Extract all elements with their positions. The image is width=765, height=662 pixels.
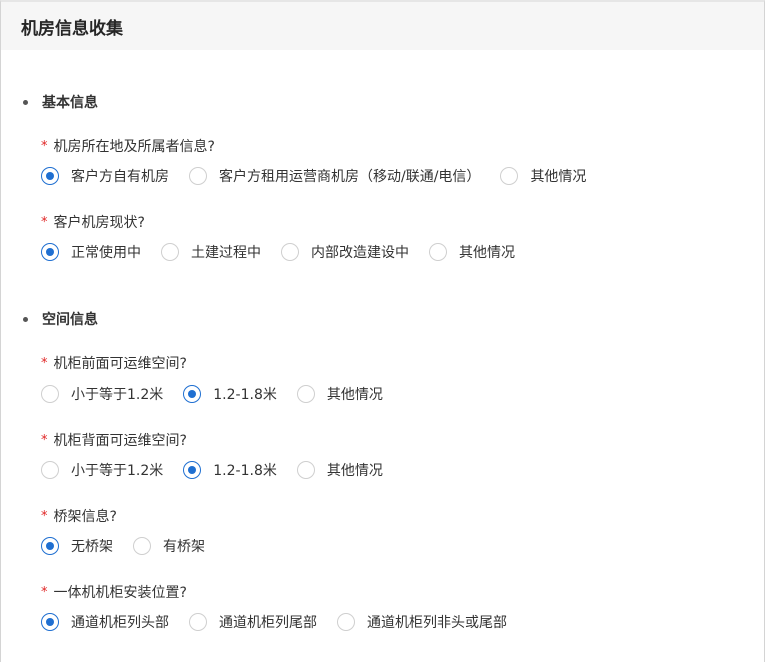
bullet-icon [23,99,28,105]
radio-unchecked-icon[interactable] [161,243,179,261]
radio-option[interactable]: 通道机柜列非头或尾部 [337,612,507,632]
section-title: 基本信息 [42,95,98,111]
question-front-space: * 机柜前面可运维空间? [41,353,187,373]
radio-label: 有桥架 [163,539,205,555]
radio-group-front-space: 小于等于1.2米 1.2-1.8米 其他情况 [41,384,403,404]
question-room-status: * 客户机房现状? [41,212,145,232]
radio-unchecked-icon[interactable] [429,243,447,261]
radio-group-cabinet-position: 通道机柜列头部 通道机柜列尾部 通道机柜列非头或尾部 [41,612,527,632]
radio-option[interactable]: 1.2-1.8米 [183,460,277,480]
page-title-text: 机房信息收集 [21,18,123,39]
radio-label: 通道机柜列尾部 [219,615,317,631]
required-mark: * [41,214,48,230]
radio-label: 客户方自有机房 [71,169,169,185]
radio-label: 客户方租用运营商机房（移动/联通/电信） [219,169,481,185]
question-room-owner: * 机房所在地及所属者信息? [41,136,215,156]
radio-label: 其他情况 [326,387,383,403]
radio-unchecked-icon[interactable] [41,461,59,479]
radio-checked-icon[interactable] [41,537,59,555]
radio-group-bridge: 无桥架 有桥架 [41,536,225,556]
radio-label: 1.2-1.8米 [213,463,277,479]
radio-checked-icon[interactable] [41,243,59,261]
radio-option[interactable]: 正常使用中 [41,242,141,262]
radio-option[interactable]: 其他情况 [296,384,383,404]
radio-option[interactable]: 其他情况 [296,460,383,480]
radio-option[interactable]: 1.2-1.8米 [183,384,277,404]
form-panel: 机房信息收集 基本信息 * 机房所在地及所属者信息? 客户方自有机房 客户方租用… [0,0,765,662]
radio-option[interactable]: 通道机柜列头部 [41,612,169,632]
radio-label: 小于等于1.2米 [71,387,164,403]
radio-label: 其他情况 [326,463,383,479]
radio-option[interactable]: 通道机柜列尾部 [189,612,317,632]
radio-option[interactable]: 客户方租用运营商机房（移动/联通/电信） [189,166,480,186]
radio-label: 小于等于1.2米 [71,463,164,479]
radio-unchecked-icon[interactable] [133,537,151,555]
question-label: 机柜背面可运维空间? [53,433,187,449]
radio-unchecked-icon[interactable] [296,385,315,403]
question-label: 机房所在地及所属者信息? [53,139,215,155]
section-space-info: 空间信息 [23,309,98,329]
required-mark: * [41,432,48,448]
radio-checked-icon[interactable] [41,167,59,185]
radio-label: 其他情况 [530,169,587,185]
radio-option[interactable]: 客户方自有机房 [41,166,169,186]
radio-label: 正常使用中 [71,245,141,261]
question-label: 客户机房现状? [53,215,145,231]
radio-option[interactable]: 其他情况 [500,166,586,186]
question-cabinet-position: * 一体机机柜安装位置? [41,582,187,602]
radio-unchecked-icon[interactable] [296,461,315,479]
section-basic-info: 基本信息 [23,92,98,112]
radio-label: 内部改造建设中 [311,245,409,261]
question-label: 一体机机柜安装位置? [53,585,187,601]
radio-checked-icon[interactable] [183,385,202,403]
page-title: 机房信息收集 [1,2,764,50]
radio-unchecked-icon[interactable] [500,167,519,185]
radio-label: 土建过程中 [191,245,261,261]
radio-label: 其他情况 [459,245,515,261]
radio-label: 1.2-1.8米 [213,387,277,403]
question-back-space: * 机柜背面可运维空间? [41,430,187,450]
radio-unchecked-icon[interactable] [189,167,207,185]
bullet-icon [23,316,28,322]
radio-option[interactable]: 小于等于1.2米 [41,460,163,480]
required-mark: * [41,138,48,154]
radio-option[interactable]: 土建过程中 [161,242,261,262]
radio-group-room-status: 正常使用中 土建过程中 内部改造建设中 其他情况 [41,242,535,262]
radio-option[interactable]: 小于等于1.2米 [41,384,163,404]
radio-unchecked-icon[interactable] [337,613,355,631]
radio-label: 通道机柜列非头或尾部 [367,615,507,631]
required-mark: * [41,584,48,600]
radio-label: 通道机柜列头部 [71,615,169,631]
radio-group-room-owner: 客户方自有机房 客户方租用运营商机房（移动/联通/电信） 其他情况 [41,166,606,186]
radio-option[interactable]: 其他情况 [429,242,515,262]
radio-unchecked-icon[interactable] [189,613,207,631]
question-bridge: * 桥架信息? [41,506,117,526]
radio-checked-icon[interactable] [183,461,202,479]
question-label: 机柜前面可运维空间? [53,356,187,372]
radio-option[interactable]: 无桥架 [41,536,113,556]
radio-unchecked-icon[interactable] [41,385,59,403]
radio-option[interactable]: 有桥架 [133,536,205,556]
radio-checked-icon[interactable] [41,613,59,631]
radio-option[interactable]: 内部改造建设中 [281,242,409,262]
radio-group-back-space: 小于等于1.2米 1.2-1.8米 其他情况 [41,460,403,480]
required-mark: * [41,355,48,371]
radio-unchecked-icon[interactable] [281,243,299,261]
section-title: 空间信息 [42,312,98,328]
required-mark: * [41,508,48,524]
question-label: 桥架信息? [53,509,117,525]
radio-label: 无桥架 [71,539,113,555]
